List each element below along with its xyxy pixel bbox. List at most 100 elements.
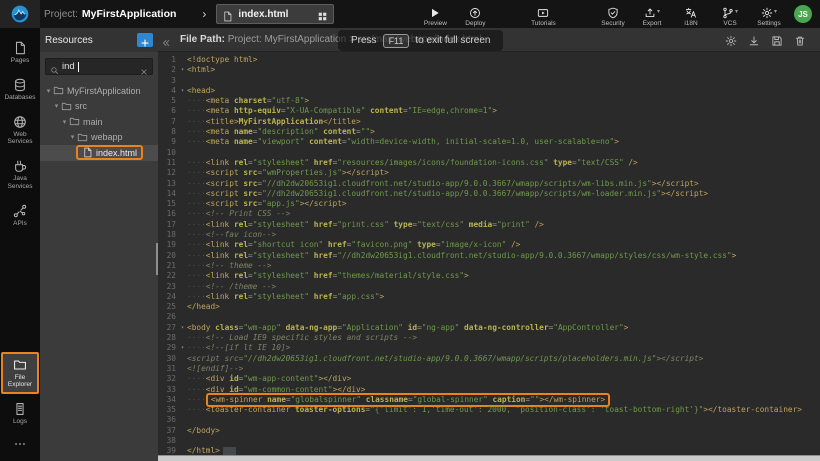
tree-item-myfirstapplication[interactable]: ▾MyFirstApplication: [40, 83, 158, 99]
code-line-2[interactable]: 2▾<html>: [158, 65, 820, 75]
code-line-38[interactable]: 38: [158, 436, 820, 446]
clear-search-icon[interactable]: [140, 63, 148, 71]
vcs-button[interactable]: ▾VCS: [715, 2, 745, 27]
sidebar-item-pages[interactable]: Pages: [1, 35, 39, 70]
code-line-31[interactable]: 31<![endif]-->: [158, 364, 820, 374]
resources-search-input[interactable]: ind: [45, 58, 153, 75]
preview-button[interactable]: Preview: [420, 2, 450, 27]
sidebar-item-apis[interactable]: APIs: [1, 198, 39, 233]
tree-file-entry[interactable]: index.html: [76, 145, 143, 160]
tree-expand-chevron-icon[interactable]: ▾: [52, 102, 61, 110]
tab-index-html[interactable]: index.html: [216, 4, 334, 24]
line-number: 30: [158, 354, 178, 364]
code-line-28[interactable]: 28····<!-- Load IE9 specific styles and …: [158, 333, 820, 343]
app-logo[interactable]: [0, 0, 40, 28]
fold-marker-icon[interactable]: ▾: [178, 86, 187, 96]
user-avatar[interactable]: JS: [794, 5, 812, 23]
dots-icon: [13, 437, 27, 451]
code-text: </html>: [187, 446, 236, 455]
settings-gear-icon[interactable]: [725, 34, 737, 46]
tree-item-src[interactable]: ▾src: [40, 99, 158, 115]
api-icon: [13, 204, 27, 218]
code-line-5[interactable]: 5····<meta charset="utf-8">: [158, 96, 820, 106]
sidebar-item-databases[interactable]: Databases: [1, 72, 39, 107]
project-breadcrumb[interactable]: Project: MyFirstApplication: [44, 8, 176, 20]
line-number: 38: [158, 436, 178, 446]
editor-horizontal-scrollbar[interactable]: [158, 455, 820, 461]
save-icon[interactable]: [771, 34, 783, 46]
sidebar-item-web-services[interactable]: Web Services: [1, 109, 39, 152]
grid-icon[interactable]: [317, 9, 328, 20]
code-line-14[interactable]: 14····<script src="//dh2dw20653ig1.cloud…: [158, 189, 820, 199]
deploy-button[interactable]: Deploy: [460, 2, 490, 27]
code-line-7[interactable]: 7····<title>MyFirstApplication</title>: [158, 117, 820, 127]
code-line-19[interactable]: 19····<link rel="shortcut icon" href="fa…: [158, 240, 820, 250]
collapse-panel-button[interactable]: [158, 35, 174, 45]
code-line-15[interactable]: 15····<script src="app.js"></script>: [158, 199, 820, 209]
fold-marker-icon[interactable]: ▾: [178, 323, 187, 333]
export-button[interactable]: ▾Export: [637, 2, 667, 27]
code-line-6[interactable]: 6····<meta http-equiv="X-UA-Compatible" …: [158, 106, 820, 116]
tree-expand-chevron-icon[interactable]: ▾: [44, 87, 53, 95]
code-line-16[interactable]: 16····<!-- Print CSS -->: [158, 209, 820, 219]
code-text: ····<title>MyFirstApplication</title>: [187, 117, 361, 127]
toast-suffix: to exit full screen: [415, 35, 490, 46]
code-line-29[interactable]: 29▾····<!--[if lt IE 10]>: [158, 343, 820, 353]
code-line-30[interactable]: 30 <script src="//dh2dw20653ig1.cloudfron…: [158, 354, 820, 364]
tree-expand-chevron-icon[interactable]: ▾: [68, 133, 77, 141]
tutorials-button[interactable]: Tutorials: [528, 2, 558, 27]
code-line-9[interactable]: 9····<meta name="viewport" content="widt…: [158, 137, 820, 147]
sidebar-item-file-explorer[interactable]: File Explorer: [1, 352, 39, 395]
settings-button[interactable]: ▾Settings: [754, 2, 784, 27]
code-line-20[interactable]: 20····<link rel="stylesheet" href="//dh2…: [158, 251, 820, 261]
delete-icon[interactable]: [794, 34, 806, 46]
code-line-36[interactable]: 36: [158, 415, 820, 425]
studio-app: Project: MyFirstApplication › index.html…: [0, 0, 820, 461]
resources-scrollbar[interactable]: [156, 243, 158, 275]
code-line-27[interactable]: 27▾<body class="wm-app" data-ng-app="App…: [158, 323, 820, 333]
code-line-21[interactable]: 21····<!-- theme -->: [158, 261, 820, 271]
code-line-26[interactable]: 26: [158, 312, 820, 322]
sidebar-item-more[interactable]: [1, 433, 39, 459]
sidebar-item-java-services[interactable]: Java Services: [1, 153, 39, 196]
code-line-13[interactable]: 13····<script src="//dh2dw20653ig1.cloud…: [158, 179, 820, 189]
tree-item-index-html[interactable]: index.html: [40, 145, 158, 161]
code-line-23[interactable]: 23····<!-- /theme -->: [158, 282, 820, 292]
fold-marker-icon[interactable]: ▾: [178, 65, 187, 75]
code-line-24[interactable]: 24····<link rel="stylesheet" href="app.c…: [158, 292, 820, 302]
code-line-17[interactable]: 17····<link rel="stylesheet" href="print…: [158, 220, 820, 230]
download-icon[interactable]: [748, 34, 760, 46]
tree-expand-chevron-icon[interactable]: ▾: [60, 118, 69, 126]
code-line-8[interactable]: 8····<meta name="description" content=""…: [158, 127, 820, 137]
code-line-32[interactable]: 32····<div id="wm-app-content"></div>: [158, 374, 820, 384]
code-line-3[interactable]: 3: [158, 76, 820, 86]
deploy-icon: [469, 6, 481, 18]
code-line-37[interactable]: 37</body>: [158, 426, 820, 436]
code-line-12[interactable]: 12····<script src="wmProperties.js"></sc…: [158, 168, 820, 178]
code-area[interactable]: 1<!doctype html>2▾<html>34▾<head>5····<m…: [158, 52, 820, 455]
double-chevron-left-icon: [161, 35, 171, 45]
code-line-10[interactable]: 10: [158, 148, 820, 158]
code-line-34[interactable]: 34····<wm-spinner name="globalspinner" c…: [158, 395, 820, 405]
fold-marker-icon[interactable]: ▾: [178, 343, 187, 353]
code-line-11[interactable]: 11····<link rel="stylesheet" href="resou…: [158, 158, 820, 168]
code-line-1[interactable]: 1<!doctype html>: [158, 55, 820, 65]
folder-icon: [61, 101, 72, 112]
security-button[interactable]: Security: [598, 2, 628, 27]
code-line-18[interactable]: 18····<!--fav icon-->: [158, 230, 820, 240]
sidebar-item-logs[interactable]: Logs: [1, 396, 39, 431]
line-number: 34: [158, 395, 178, 405]
code-line-35[interactable]: 35····<toaster-container toaster-options…: [158, 405, 820, 415]
code-text: <script src="//dh2dw20653ig1.cloudfront.…: [187, 354, 703, 364]
tree-item-main[interactable]: ▾main: [40, 114, 158, 130]
code-line-39[interactable]: 39</html>: [158, 446, 820, 455]
code-line-25[interactable]: 25</head>: [158, 302, 820, 312]
vcs-label: VCS: [723, 20, 736, 27]
add-resource-button[interactable]: [137, 33, 153, 47]
tree-item-webapp[interactable]: ▾webapp: [40, 130, 158, 146]
code-line-4[interactable]: 4▾<head>: [158, 86, 820, 96]
video-icon: [537, 6, 549, 18]
chevron-right-icon[interactable]: ›: [202, 7, 206, 21]
i18n-button[interactable]: i18N: [676, 2, 706, 27]
code-line-22[interactable]: 22····<link rel="stylesheet" href="theme…: [158, 271, 820, 281]
